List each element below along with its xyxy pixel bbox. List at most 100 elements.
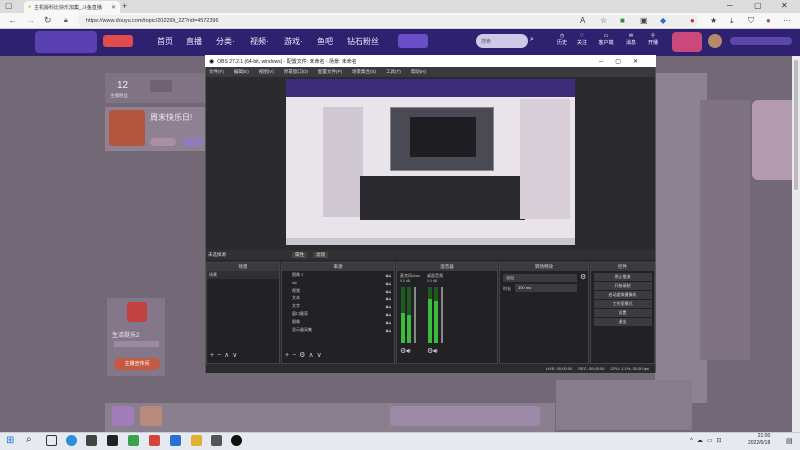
diamond-logo-icon[interactable] xyxy=(35,31,97,53)
stop-stream-button[interactable]: 停止推流 xyxy=(593,273,652,281)
follow-button[interactable]: ♡ 关注 xyxy=(572,33,592,47)
menu-profile[interactable]: 配置文件(P) xyxy=(318,69,342,75)
new-tab-button[interactable]: + xyxy=(122,1,127,11)
live-button[interactable]: 主播宣传间 xyxy=(114,358,160,370)
menu-help[interactable]: 帮助(H) xyxy=(411,69,426,75)
visibility-lock-icons[interactable]: ◉🔒︎ ◉🔒︎ ◉🔒︎ ◉🔒︎ ◉🔒︎ ◉🔒︎ ◉🔒︎ ◉🔒︎ xyxy=(385,272,391,334)
sources-tools[interactable]: +−⚙∧∨ xyxy=(285,351,325,359)
obs-window-controls[interactable]: ─▢✕ xyxy=(599,58,656,65)
edge-icon[interactable] xyxy=(66,435,77,446)
close-tab-icon[interactable]: ✕ xyxy=(111,4,116,11)
duration-input[interactable]: 300 ms xyxy=(515,284,577,292)
source-item[interactable]: 显示器采集 xyxy=(282,326,394,334)
extension2-icon[interactable]: ◆ xyxy=(660,16,666,25)
task-view-icon[interactable] xyxy=(46,435,57,446)
favorites-bar-icon[interactable]: ★ xyxy=(710,16,717,25)
sidebar-toggle-icon[interactable]: ▢ xyxy=(5,1,13,10)
mixer-fader-1[interactable] xyxy=(414,287,416,343)
scene-item[interactable]: 场景 xyxy=(207,271,279,279)
nav-video[interactable]: 视频· xyxy=(250,36,269,47)
week-button[interactable] xyxy=(150,138,176,146)
nav-category[interactable]: 分类· xyxy=(216,36,235,47)
shield-icon[interactable]: ⛉ xyxy=(748,16,754,26)
promo-badge[interactable] xyxy=(398,34,428,48)
app-icon-4[interactable] xyxy=(149,435,160,446)
browser-tab[interactable]: ● 主机版科比快乐加集_斗鱼直播 ✕ xyxy=(24,1,120,13)
gift-row[interactable] xyxy=(390,406,540,426)
minimize-icon[interactable]: ─ xyxy=(727,1,733,10)
client-button[interactable]: ▭ 客户端 xyxy=(596,33,616,47)
filters-button[interactable]: 滤镜 xyxy=(313,251,328,258)
source-item[interactable]: vlc xyxy=(282,279,394,287)
menu-edit[interactable]: 编辑(E) xyxy=(234,69,249,75)
transition-select[interactable]: 淡出 xyxy=(503,274,577,282)
broadcast-button[interactable]: ⚲ 开播 xyxy=(643,33,663,47)
profile-avatar[interactable]: ● xyxy=(766,16,771,25)
mixer-settings-1-icon[interactable]: ⚙🔊︎ xyxy=(400,347,411,356)
downloads-icon[interactable]: ⤓ xyxy=(730,16,734,26)
history-button[interactable]: ◷ 历史 xyxy=(552,33,572,47)
maximize-icon[interactable]: ▢ xyxy=(754,1,762,10)
gift-icon[interactable] xyxy=(112,406,134,426)
app-icon-7[interactable] xyxy=(211,435,222,446)
extension3-icon[interactable]: ● xyxy=(690,16,695,25)
app-icon-1[interactable] xyxy=(86,435,97,446)
app-icon-3[interactable] xyxy=(128,435,139,446)
start-recording-button[interactable]: 开始录制 xyxy=(593,282,652,291)
nav-diamond-fans[interactable]: 钻石粉丝 xyxy=(347,36,379,47)
exit-button[interactable]: 退出 xyxy=(593,318,652,327)
app-icon-2[interactable] xyxy=(107,435,118,446)
extension-icon[interactable]: ■ xyxy=(620,16,625,25)
more-icon[interactable]: ⋯ xyxy=(783,16,791,25)
nav-game[interactable]: 游戏· xyxy=(284,36,303,47)
source-item[interactable]: 窗口截获 xyxy=(282,310,394,318)
mixer-fader-2[interactable] xyxy=(441,287,443,343)
source-item[interactable]: 图像 2 xyxy=(282,271,394,279)
source-item[interactable]: 图像 xyxy=(282,318,394,326)
app-icon-6[interactable] xyxy=(191,435,202,446)
source-item[interactable]: 文字 xyxy=(282,302,394,310)
refresh-icon[interactable]: ↻ xyxy=(44,15,52,26)
read-aloud-icon[interactable]: A xyxy=(580,16,585,25)
back-icon[interactable]: ← xyxy=(8,15,17,25)
scrollbar-thumb[interactable] xyxy=(794,60,798,190)
user-avatar[interactable] xyxy=(708,34,722,48)
virtual-camera-button[interactable]: 启动虚拟摄像机 xyxy=(593,291,652,300)
diamond-fans-promo-icon[interactable] xyxy=(672,32,702,52)
obs-taskbar-icon[interactable] xyxy=(231,435,242,446)
forward-icon[interactable]: → xyxy=(26,15,35,25)
menu-view[interactable]: 视图(V) xyxy=(259,69,274,75)
gift2-icon[interactable] xyxy=(140,406,162,426)
scenes-tools[interactable]: +−∧∨ xyxy=(210,351,240,359)
nav-home[interactable]: 首页 xyxy=(157,36,173,47)
menu-file[interactable]: 文件(F) xyxy=(209,69,224,75)
week-button-2[interactable] xyxy=(182,138,204,146)
favorite-icon[interactable]: ☆ xyxy=(600,16,607,25)
source-item[interactable]: 视频 xyxy=(282,287,394,295)
close-window-icon[interactable]: ✕ xyxy=(781,1,788,10)
menu-tools[interactable]: 工具(T) xyxy=(386,69,401,75)
douyu-logo-icon[interactable] xyxy=(103,35,133,47)
search-icon[interactable]: ⌕ xyxy=(530,36,534,44)
settings-button[interactable]: 设置 xyxy=(593,309,652,318)
right-promo-ad[interactable] xyxy=(752,100,796,180)
nav-yuba[interactable]: 鱼吧 xyxy=(317,36,333,47)
start-icon[interactable]: ⊞ xyxy=(6,435,14,446)
search-taskbar-icon[interactable]: ⌕ xyxy=(26,434,32,445)
message-button[interactable]: ✉ 消息 xyxy=(621,33,641,47)
menu-docks[interactable]: 停靠窗口(D) xyxy=(284,69,308,75)
search-input[interactable]: 搜索 xyxy=(476,34,528,48)
transition-settings-icon[interactable]: ⚙ xyxy=(580,273,586,281)
nav-live[interactable]: 直播 xyxy=(186,36,202,47)
taskbar-clock[interactable]: 21:00 2022/6/18 xyxy=(748,433,770,447)
week-thumbnail[interactable] xyxy=(109,110,145,146)
menu-scene-collection[interactable]: 场景集合(S) xyxy=(352,69,376,75)
collections-icon[interactable]: ▣ xyxy=(640,16,648,25)
app-icon-5[interactable] xyxy=(170,435,181,446)
notification-icon[interactable]: ▤ xyxy=(786,437,793,445)
properties-button[interactable]: 属性 xyxy=(292,251,307,258)
mixer-settings-2-icon[interactable]: ⚙🔊︎ xyxy=(427,347,438,356)
tray-icons[interactable]: ^☁︎▭⊡ xyxy=(690,437,726,444)
source-item[interactable]: 文本 xyxy=(282,294,394,302)
studio-mode-button[interactable]: 工作室模式 xyxy=(593,300,652,309)
